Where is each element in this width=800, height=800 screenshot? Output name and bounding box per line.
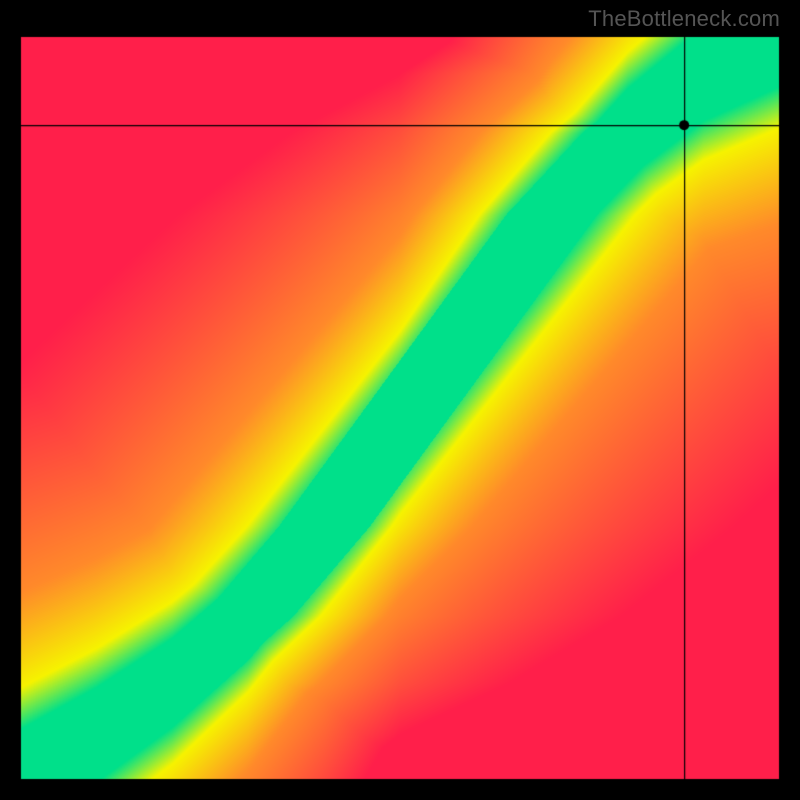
heatmap-canvas [20,36,780,780]
watermark-text: TheBottleneck.com [588,6,780,32]
chart-container: TheBottleneck.com [0,0,800,800]
plot-area [20,36,780,780]
